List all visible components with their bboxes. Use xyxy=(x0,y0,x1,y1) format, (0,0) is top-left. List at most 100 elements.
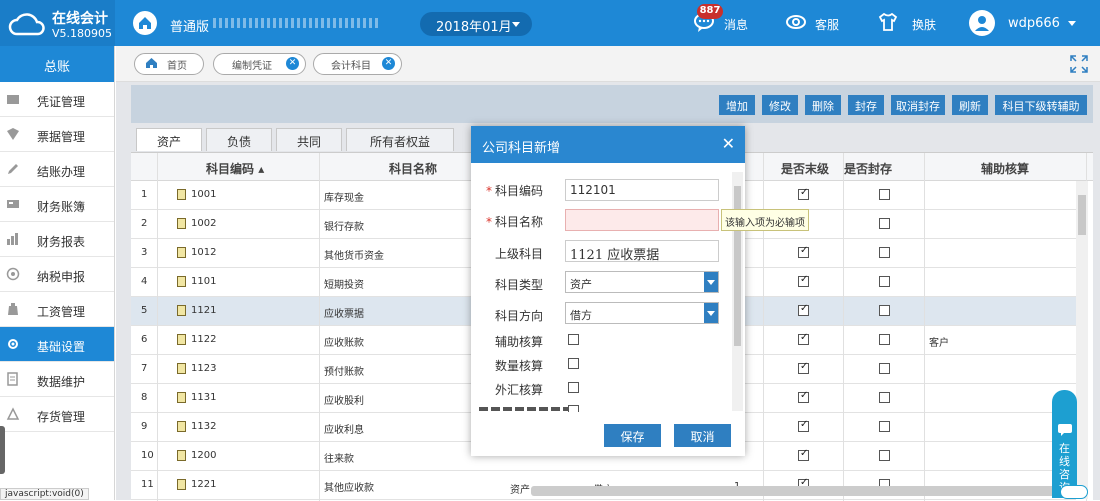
period-selector[interactable]: 2018年01月 xyxy=(420,12,532,36)
grid-scroll-thumb[interactable] xyxy=(1078,195,1086,235)
toolbar-button-6[interactable]: 刷新 xyxy=(952,95,988,115)
account-name-input[interactable] xyxy=(565,209,719,231)
leaf-checkbox[interactable] xyxy=(798,419,809,432)
sealed-checkbox[interactable] xyxy=(879,392,890,403)
user-menu-chevron-icon[interactable] xyxy=(1068,21,1076,26)
toolbar-button-5[interactable]: 取消封存 xyxy=(891,95,945,115)
category-tab-1[interactable]: 资产 xyxy=(136,128,202,151)
parent-account-input[interactable]: 1121 应收票据 xyxy=(565,240,719,263)
leaf-checkbox[interactable] xyxy=(798,448,809,461)
dropdown-arrow-icon[interactable] xyxy=(704,303,718,323)
tab-accounts[interactable]: 会计科目 ✕ xyxy=(313,53,402,75)
clipped-field-text xyxy=(479,407,571,411)
sidebar-collapse-handle[interactable] xyxy=(0,426,5,474)
sidebar-item-3[interactable]: 结账办理 xyxy=(0,152,114,187)
sealed-checkbox[interactable] xyxy=(879,305,890,316)
leaf-checkbox[interactable] xyxy=(798,187,809,200)
voucher-icon xyxy=(7,95,19,104)
field-code-label: * 科目编码 xyxy=(471,182,543,199)
account-direction-select[interactable]: 借方 xyxy=(565,302,719,324)
leaf-checkbox[interactable] xyxy=(798,245,809,258)
category-tab-3[interactable]: 共同 xyxy=(276,128,342,151)
sidebar-item-2[interactable]: 票据管理 xyxy=(0,117,114,152)
account-name: 银行存款 xyxy=(324,222,364,233)
online-consult-button[interactable]: 在线咨询 xyxy=(1052,390,1077,498)
aux-accounting-checkbox[interactable] xyxy=(568,334,579,345)
sealed-checkbox[interactable] xyxy=(879,334,890,345)
dropdown-arrow-icon[interactable] xyxy=(704,272,718,292)
grid-scrollbar[interactable] xyxy=(1076,181,1088,499)
leaf-checkbox[interactable] xyxy=(798,390,809,403)
leaf-checkbox[interactable] xyxy=(798,303,809,316)
account-code: 1122 xyxy=(191,334,217,345)
col-name-header[interactable]: 科目名称 xyxy=(389,160,437,177)
cancel-button[interactable]: 取消 xyxy=(674,424,731,447)
chat-bubble-icon[interactable] xyxy=(1060,485,1088,499)
sealed-checkbox[interactable] xyxy=(879,189,890,200)
leaf-checkbox[interactable] xyxy=(798,332,809,345)
category-tab-2[interactable]: 负债 xyxy=(206,128,272,151)
tab-home[interactable]: 首页 xyxy=(134,53,204,75)
forex-accounting-checkbox[interactable] xyxy=(568,382,579,393)
sidebar-item-7[interactable]: 工资管理 xyxy=(0,292,114,327)
leaf-checkbox[interactable] xyxy=(798,274,809,287)
field-qty-label: 数量核算 xyxy=(494,359,543,373)
toolbar-button-1[interactable]: 增加 xyxy=(719,95,755,115)
close-icon[interactable]: ✕ xyxy=(382,57,395,70)
sidebar-item-10[interactable]: 存货管理 xyxy=(0,397,114,432)
col-sealed-header[interactable]: 是否封存 xyxy=(844,160,892,177)
sealed-checkbox[interactable] xyxy=(879,247,890,258)
clipped-checkbox[interactable] xyxy=(568,405,579,412)
sealed-checkbox[interactable] xyxy=(879,218,890,229)
account-code-input[interactable]: 112101 xyxy=(565,179,719,201)
sidebar-item-1[interactable]: 凭证管理 xyxy=(0,82,114,117)
fullscreen-expand-icon[interactable] xyxy=(1069,54,1089,74)
sidebar-item-6[interactable]: 纳税申报 xyxy=(0,257,114,292)
col-aux-header[interactable]: 辅助核算 xyxy=(981,160,1029,177)
sidebar-item-4[interactable]: 财务账簿 xyxy=(0,187,114,222)
sidebar-nav: 凭证管理 票据管理 结账办理 财务账簿 财务报表纳税申报工资管理 基础设置 数据维护 存货管理 xyxy=(0,82,114,432)
sidebar-item-9[interactable]: 数据维护 xyxy=(0,362,114,397)
account-code: 1123 xyxy=(191,363,217,374)
app-logo[interactable]: 在线会计 V5.180905 xyxy=(0,0,115,46)
close-icon[interactable]: ✕ xyxy=(722,134,735,153)
sealed-checkbox[interactable] xyxy=(879,363,890,374)
toolbar-button-7[interactable]: 科目下级转辅助 xyxy=(995,95,1087,115)
username[interactable]: wdp666 xyxy=(1008,16,1060,31)
save-button[interactable]: 保存 xyxy=(604,424,661,447)
field-direction-label: 科目方向 xyxy=(494,309,543,323)
change-skin-link[interactable]: 换肤 xyxy=(912,16,936,33)
account-type-select[interactable]: 资产 xyxy=(565,271,719,293)
sidebar-item-8[interactable]: 基础设置 xyxy=(0,327,114,362)
sidebar-item-label: 纳税申报 xyxy=(37,270,86,284)
messages-link[interactable]: 消息 xyxy=(724,16,748,33)
report-chart-icon xyxy=(7,233,18,245)
sealed-checkbox[interactable] xyxy=(879,450,890,461)
dialog-scrollbar[interactable] xyxy=(732,172,743,411)
toolbar-button-4[interactable]: 封存 xyxy=(848,95,884,115)
toolbar-button-3[interactable]: 删除 xyxy=(805,95,841,115)
tax-icon xyxy=(6,267,20,281)
account-name: 应收账款 xyxy=(324,338,364,349)
col-code-header[interactable]: 科目编码 ▴ xyxy=(206,160,264,177)
sealed-checkbox[interactable] xyxy=(879,421,890,432)
account-code: 1131 xyxy=(191,392,217,403)
leaf-checkbox[interactable] xyxy=(798,361,809,374)
shirt-skin-icon[interactable] xyxy=(877,11,899,33)
col-leaf-header[interactable]: 是否末级 xyxy=(781,160,829,177)
close-icon[interactable]: ✕ xyxy=(286,57,299,70)
account-code: 1101 xyxy=(191,276,217,287)
account-code: 1221 xyxy=(191,479,217,490)
avatar[interactable] xyxy=(969,10,995,36)
row-number: 10 xyxy=(141,450,154,461)
grid-hscrollbar[interactable] xyxy=(531,486,1061,496)
sealed-checkbox[interactable] xyxy=(879,276,890,287)
home-button[interactable] xyxy=(133,11,157,35)
customer-service-link[interactable]: 客服 xyxy=(815,16,839,33)
customer-service-icon[interactable] xyxy=(785,11,807,33)
category-tab-4[interactable]: 所有者权益 xyxy=(346,128,454,151)
quantity-accounting-checkbox[interactable] xyxy=(568,358,579,369)
sidebar-item-5[interactable]: 财务报表 xyxy=(0,222,114,257)
toolbar-button-2[interactable]: 修改 xyxy=(762,95,798,115)
tab-edit-voucher[interactable]: 编制凭证 ✕ xyxy=(213,53,306,75)
